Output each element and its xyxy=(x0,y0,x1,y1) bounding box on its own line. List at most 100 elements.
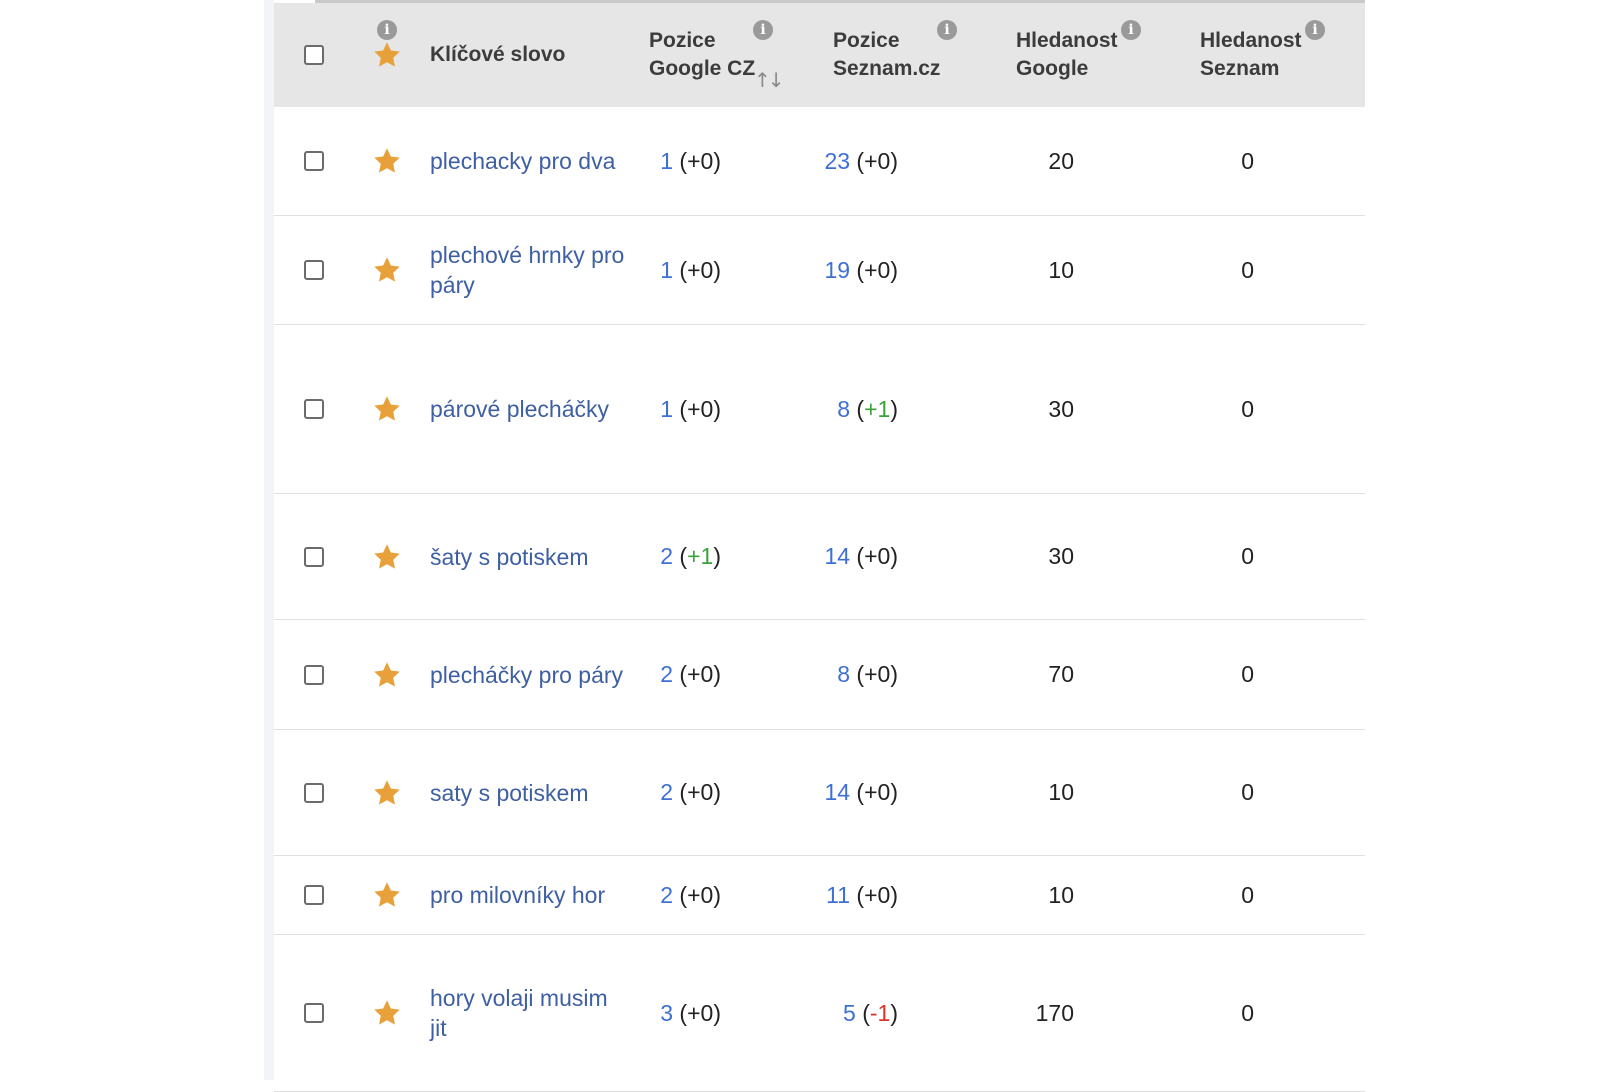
seznam-position-link[interactable]: 19 xyxy=(824,257,850,283)
seznam-search-value: 0 xyxy=(1241,999,1254,1026)
seznam-position-link[interactable]: 11 xyxy=(826,882,850,908)
column-google-search-volume[interactable]: Hledanost Google xyxy=(1016,3,1156,107)
column-seznam-position[interactable]: Pozice Seznam.cz xyxy=(833,3,983,107)
star-icon[interactable] xyxy=(372,856,404,934)
info-icon[interactable]: i xyxy=(377,20,397,40)
sort-icon[interactable]: ↑↓ xyxy=(754,68,784,92)
seznam-position-link[interactable]: 23 xyxy=(824,148,850,174)
seznam-search-volume: 0 xyxy=(1154,216,1254,324)
google-search-value: 10 xyxy=(1048,881,1074,908)
google-position-link[interactable]: 1 xyxy=(660,148,673,174)
table-header: i Klíčové slovo Pozice Google CZ i ↑↓ Poz… xyxy=(274,3,1365,107)
keyword-link[interactable]: pro milovníky hor xyxy=(430,856,645,934)
table-row[interactable]: plechacky pro dva 1 (+0) 23 (+0) 20 0 xyxy=(274,107,1365,216)
column-keyword[interactable]: Klíčové slovo xyxy=(430,3,630,107)
keyword-table: i Klíčové slovo Pozice Google CZ i ↑↓ Poz… xyxy=(274,3,1365,1092)
row-select-cell xyxy=(304,856,328,934)
row-select-cell xyxy=(304,730,328,855)
info-icon[interactable]: i xyxy=(753,20,773,40)
google-position-cell: 1 (+0) xyxy=(660,256,721,283)
seznam-search-volume: 0 xyxy=(1154,620,1254,729)
column-seznam-search-volume[interactable]: Hledanost Seznam xyxy=(1200,3,1340,107)
keyword-link[interactable]: šaty s potiskem xyxy=(430,494,645,619)
seznam-position-cell: 14 (+0) xyxy=(824,543,898,569)
google-position-link[interactable]: 1 xyxy=(660,396,673,422)
row-checkbox[interactable] xyxy=(304,664,324,685)
seznam-position-cell: 23 (+0) xyxy=(824,147,898,174)
google-position-link[interactable]: 3 xyxy=(660,1000,673,1026)
table-row[interactable]: saty s potiskem 2 (+0) 14 (+0) 10 0 xyxy=(274,730,1365,856)
star-icon[interactable] xyxy=(372,325,404,493)
seznam-position-link[interactable]: 8 xyxy=(837,661,850,687)
seznam-position-cell: 14 (+0) xyxy=(824,779,898,805)
seznam-position-cell: 8 (+0) xyxy=(837,661,898,687)
table-row[interactable]: párové plecháčky 1 (+0) 8 (+1) 30 0 xyxy=(274,325,1365,494)
seznam-position-link[interactable]: 14 xyxy=(824,543,850,569)
google-position-link[interactable]: 1 xyxy=(660,257,673,283)
table-row[interactable]: pro milovníky hor 2 (+0) 11 (+0) 10 0 xyxy=(274,856,1365,935)
seznam-position-change: +1 xyxy=(864,395,891,422)
seznam-position-change: +0 xyxy=(864,779,891,805)
select-all-checkbox[interactable] xyxy=(304,45,324,65)
row-checkbox[interactable] xyxy=(304,782,324,803)
seznam-position-change: +0 xyxy=(864,543,891,569)
star-icon[interactable] xyxy=(372,216,404,324)
google-position-cell: 1 (+0) xyxy=(660,395,721,422)
google-position-cell: 1 (+0) xyxy=(660,147,721,174)
info-icon[interactable]: i xyxy=(1121,20,1141,40)
google-position-change: +0 xyxy=(687,999,714,1026)
seznam-position-change: +0 xyxy=(864,147,891,174)
google-position-cell: 2 (+1) xyxy=(660,543,721,569)
row-checkbox[interactable] xyxy=(304,399,324,419)
select-all-cell xyxy=(304,3,328,107)
google-search-volume: 10 xyxy=(974,216,1074,324)
seznam-position-cell: 11 (+0) xyxy=(826,881,898,908)
star-icon[interactable] xyxy=(372,40,402,70)
keyword-link[interactable]: plechové hrnky pro páry xyxy=(430,216,645,324)
table-row[interactable]: šaty s potiskem 2 (+1) 14 (+0) 30 0 xyxy=(274,494,1365,620)
star-icon[interactable] xyxy=(372,620,404,729)
star-icon[interactable] xyxy=(372,730,404,855)
google-search-value: 10 xyxy=(1048,779,1074,805)
seznam-position-link[interactable]: 5 xyxy=(843,1000,856,1026)
star-icon[interactable] xyxy=(372,107,404,215)
row-checkbox[interactable] xyxy=(304,1003,324,1023)
info-icon[interactable]: i xyxy=(1305,20,1325,40)
google-position-link[interactable]: 2 xyxy=(660,882,673,908)
keyword-link[interactable]: saty s potiskem xyxy=(430,730,645,855)
google-position-link[interactable]: 2 xyxy=(660,661,673,687)
google-position-change: +0 xyxy=(687,256,714,283)
keyword-link[interactable]: hory volaji musim jit xyxy=(430,935,645,1091)
seznam-search-value: 0 xyxy=(1241,543,1254,569)
google-position-change: +0 xyxy=(687,661,714,687)
star-icon[interactable] xyxy=(372,494,404,619)
seznam-search-volume: 0 xyxy=(1154,935,1254,1091)
seznam-position-change: +0 xyxy=(864,881,891,908)
keyword-link[interactable]: plecháčky pro páry xyxy=(430,620,645,729)
row-checkbox[interactable] xyxy=(304,885,324,905)
column-google-search-label: Hledanost Google xyxy=(1016,29,1118,80)
table-row[interactable]: hory volaji musim jit 3 (+0) 5 (-1) 170 0 xyxy=(274,935,1365,1092)
row-select-cell xyxy=(304,620,328,729)
google-position-link[interactable]: 2 xyxy=(660,543,673,569)
star-icon[interactable] xyxy=(372,935,404,1091)
seznam-search-volume: 0 xyxy=(1154,730,1254,855)
info-icon[interactable]: i xyxy=(937,20,957,40)
google-position-link[interactable]: 2 xyxy=(660,779,673,805)
table-row[interactable]: plechové hrnky pro páry 1 (+0) 19 (+0) 10… xyxy=(274,216,1365,325)
row-checkbox[interactable] xyxy=(304,151,324,171)
seznam-position-link[interactable]: 8 xyxy=(837,396,850,422)
row-select-cell xyxy=(304,325,328,493)
google-search-value: 70 xyxy=(1048,661,1074,687)
keyword-link[interactable]: párové plecháčky xyxy=(430,325,645,493)
google-search-value: 30 xyxy=(1048,395,1074,422)
left-panel-edge xyxy=(264,0,274,1080)
row-checkbox[interactable] xyxy=(304,546,324,567)
column-google-position-label: Pozice Google CZ xyxy=(649,29,756,80)
google-position-cell: 2 (+0) xyxy=(660,881,721,908)
keyword-link[interactable]: plechacky pro dva xyxy=(430,107,645,215)
table-row[interactable]: plecháčky pro páry 2 (+0) 8 (+0) 70 0 xyxy=(274,620,1365,730)
seznam-position-change: -1 xyxy=(869,999,891,1026)
row-checkbox[interactable] xyxy=(304,260,324,280)
seznam-position-link[interactable]: 14 xyxy=(824,779,850,805)
